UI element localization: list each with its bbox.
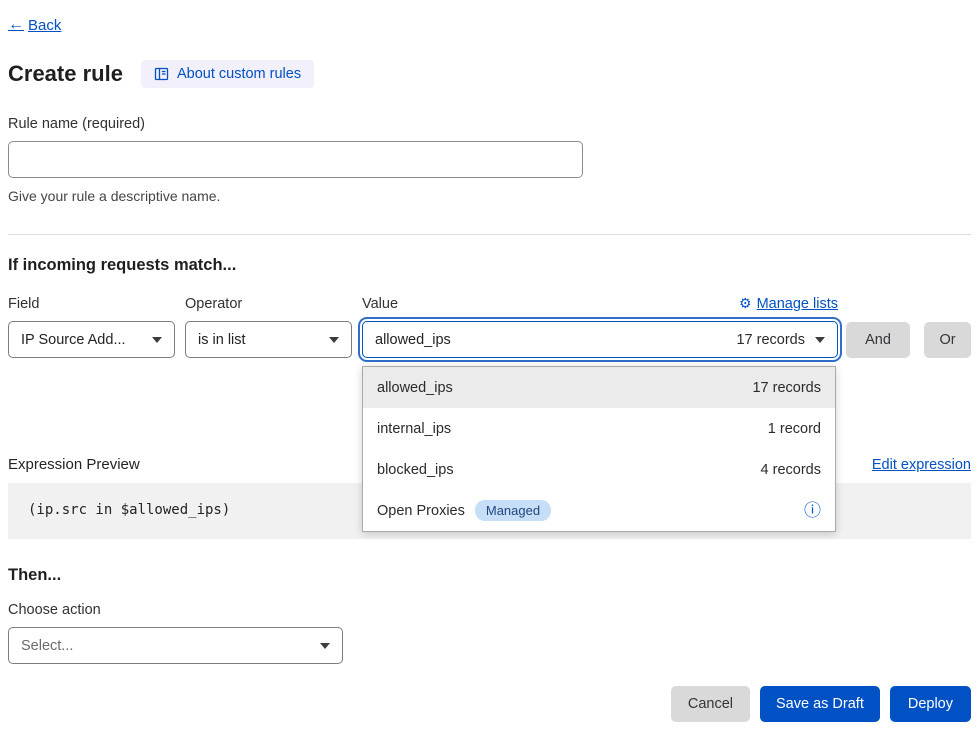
dropdown-option-open-proxies[interactable]: Open Proxies Managed ⓘ [363, 490, 835, 531]
operator-label: Operator [185, 296, 352, 312]
field-label: Field [8, 296, 175, 312]
chevron-down-icon [152, 337, 162, 343]
gear-icon: ⚙ [739, 295, 752, 312]
value-records-count: 17 records [736, 332, 805, 348]
option-records: 1 record [768, 421, 821, 437]
section-divider [8, 234, 971, 235]
title-row: Create rule About custom rules [8, 60, 971, 88]
expression-preview-label: Expression Preview [8, 456, 140, 473]
action-select-placeholder: Select... [21, 638, 73, 654]
dropdown-option-allowed-ips[interactable]: allowed_ips 17 records [363, 367, 835, 408]
dropdown-option-internal-ips[interactable]: internal_ips 1 record [363, 408, 835, 449]
back-link[interactable]: ←Back [8, 16, 61, 34]
rule-name-help: Give your rule a descriptive name. [8, 188, 971, 204]
action-select[interactable]: Select... [8, 627, 343, 664]
option-records: 4 records [761, 462, 821, 478]
dropdown-option-blocked-ips[interactable]: blocked_ips 4 records [363, 449, 835, 490]
option-left: Open Proxies Managed [377, 500, 551, 521]
value-select-right: 17 records [736, 332, 825, 348]
about-custom-rules-label: About custom rules [177, 66, 301, 82]
page-title: Create rule [8, 61, 123, 87]
footer-actions: Cancel Save as Draft Deploy [8, 686, 971, 722]
value-header: Value ⚙ Manage lists [362, 295, 838, 312]
operator-column: Operator is in list [185, 296, 352, 358]
save-as-draft-button[interactable]: Save as Draft [760, 686, 880, 722]
and-button[interactable]: And [846, 322, 910, 358]
option-name: allowed_ips [377, 380, 453, 396]
cancel-button[interactable]: Cancel [671, 686, 750, 722]
create-rule-page: ←Back Create rule About custom rules Rul… [0, 0, 979, 722]
value-select-selected: allowed_ips [375, 332, 451, 348]
back-row: ←Back [8, 0, 971, 34]
book-icon [154, 67, 169, 81]
rule-name-input[interactable] [8, 141, 583, 178]
field-column: Field IP Source Add... [8, 296, 175, 358]
deploy-button[interactable]: Deploy [890, 686, 971, 722]
info-icon[interactable]: ⓘ [804, 502, 821, 519]
manage-lists-label: Manage lists [757, 296, 838, 312]
operator-select-value: is in list [198, 332, 246, 348]
chevron-down-icon [320, 643, 330, 649]
chevron-down-icon [329, 337, 339, 343]
value-label: Value [362, 296, 398, 312]
choose-action-label: Choose action [8, 602, 971, 618]
match-heading: If incoming requests match... [8, 256, 971, 275]
field-select-value: IP Source Add... [21, 332, 126, 348]
option-name: blocked_ips [377, 462, 454, 478]
then-heading: Then... [8, 566, 971, 585]
operator-select[interactable]: is in list [185, 321, 352, 358]
value-dropdown-menu: allowed_ips 17 records internal_ips 1 re… [362, 366, 836, 532]
back-label: Back [28, 17, 61, 34]
option-name: internal_ips [377, 421, 451, 437]
field-select[interactable]: IP Source Add... [8, 321, 175, 358]
chevron-down-icon [815, 337, 825, 343]
manage-lists-link[interactable]: ⚙ Manage lists [739, 295, 838, 312]
back-arrow-icon: ← [8, 16, 24, 34]
about-custom-rules-link[interactable]: About custom rules [141, 60, 314, 88]
value-select[interactable]: allowed_ips 17 records [362, 321, 838, 358]
match-row: Field IP Source Add... Operator is in li… [8, 295, 971, 358]
option-name: Open Proxies [377, 503, 465, 519]
rule-name-label: Rule name (required) [8, 116, 971, 132]
option-records: 17 records [752, 380, 821, 396]
value-column: Value ⚙ Manage lists allowed_ips 17 reco… [362, 295, 838, 358]
or-button[interactable]: Or [924, 322, 971, 358]
edit-expression-link[interactable]: Edit expression [872, 457, 971, 473]
managed-badge: Managed [475, 500, 551, 521]
